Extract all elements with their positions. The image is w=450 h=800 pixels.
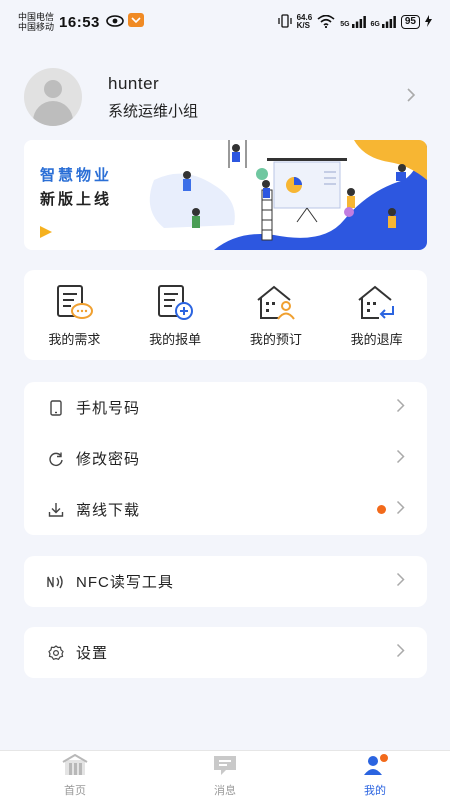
refresh-icon — [46, 449, 66, 469]
menu-item-change-password[interactable]: 修改密码 — [24, 433, 427, 484]
vibrate-icon — [277, 14, 292, 30]
chevron-right-icon — [396, 398, 405, 418]
phone-icon — [46, 398, 66, 418]
menu-item-label: 设置 — [76, 645, 109, 662]
menu-item-label: 离线下载 — [76, 502, 141, 519]
banner-title-line2: 新版上线 — [40, 191, 113, 208]
home-icon — [62, 753, 88, 781]
chevron-right-icon — [396, 643, 405, 663]
menu-item-phone-number[interactable]: 手机号码 — [24, 382, 427, 433]
quick-action-label: 我的需求 — [48, 331, 101, 347]
profile-name: hunter — [108, 73, 160, 93]
download-icon — [46, 500, 66, 520]
quick-action-label: 我的预订 — [249, 331, 302, 347]
quick-action-my-reports[interactable]: 我的报单 — [135, 283, 215, 348]
menu-item-label: 手机号码 — [76, 400, 141, 417]
quick-action-my-requests[interactable]: 我的需求 — [34, 283, 114, 348]
status-bar: 中国电信 中国移动 16:53 64.6 K/S 5G 6G 95 — [0, 0, 450, 44]
eye-icon — [106, 14, 124, 31]
nav-label: 消息 — [214, 784, 236, 797]
nav-tab-home[interactable]: 首页 — [0, 751, 150, 800]
menu-item-label: 修改密码 — [76, 451, 141, 468]
signal-2-label: 6G — [370, 21, 380, 28]
chevron-right-icon — [396, 449, 405, 469]
menu-item-settings[interactable]: 设置 — [24, 627, 427, 678]
tools-menu-card: NFC读写工具 — [24, 556, 427, 607]
user-icon — [362, 753, 388, 781]
app-notification-icon — [127, 13, 144, 31]
quick-actions: 我的需求 我的报单 我的预订 我的退库 — [24, 270, 427, 360]
chevron-right-icon — [406, 87, 416, 108]
nfc-icon — [46, 572, 66, 592]
signal-2-icon: 6G — [371, 16, 396, 28]
profile-header[interactable]: hunter 系统运维小组 — [24, 68, 426, 126]
settings-icon — [46, 643, 66, 663]
building-return-icon — [337, 283, 417, 323]
promo-banner[interactable]: 智慧物业 新版上线 — [24, 140, 427, 250]
signal-1-icon: 5G — [340, 16, 366, 28]
chevron-right-icon — [396, 572, 405, 592]
nav-label: 首页 — [64, 784, 86, 797]
notification-dot — [377, 505, 386, 514]
menu-item-label: NFC读写工具 — [76, 574, 174, 591]
quick-action-my-returns[interactable]: 我的退库 — [337, 283, 417, 348]
quick-action-my-bookings[interactable]: 我的预订 — [236, 283, 316, 348]
nav-tab-messages[interactable]: 消息 — [150, 751, 300, 800]
settings-menu-card: 设置 — [24, 627, 427, 678]
account-menu-card: 手机号码 修改密码 离线下载 — [24, 382, 427, 535]
profile-group: 系统运维小组 — [108, 102, 199, 120]
menu-item-nfc-tool[interactable]: NFC读写工具 — [24, 556, 427, 607]
play-icon — [40, 226, 52, 238]
quick-action-label: 我的报单 — [149, 331, 202, 347]
carrier-2: 中国移动 — [18, 22, 55, 32]
avatar[interactable] — [24, 68, 82, 126]
battery-indicator: 95 — [400, 15, 420, 29]
chevron-right-icon — [396, 500, 405, 520]
message-icon — [212, 754, 238, 781]
nav-label: 我的 — [364, 784, 386, 797]
wifi-icon — [317, 14, 335, 30]
carrier-1: 中国电信 — [18, 12, 55, 22]
carrier-names: 中国电信 中国移动 — [18, 12, 54, 32]
bottom-navigation: 首页 消息 我的 — [0, 750, 450, 800]
net-speed-unit: K/S — [296, 21, 310, 30]
nav-tab-mine[interactable]: 我的 — [300, 751, 450, 800]
menu-item-offline-download[interactable]: 离线下载 — [24, 484, 427, 535]
status-time: 16:53 — [59, 13, 100, 31]
document-chat-icon — [34, 283, 114, 323]
net-speed: 64.6 K/S — [297, 14, 313, 30]
banner-title-line1: 智慧物业 — [40, 167, 113, 184]
signal-1-label: 5G — [340, 21, 350, 28]
building-person-icon — [236, 283, 316, 323]
document-add-icon — [135, 283, 215, 323]
quick-action-label: 我的退库 — [350, 331, 403, 347]
charging-icon — [425, 15, 432, 29]
